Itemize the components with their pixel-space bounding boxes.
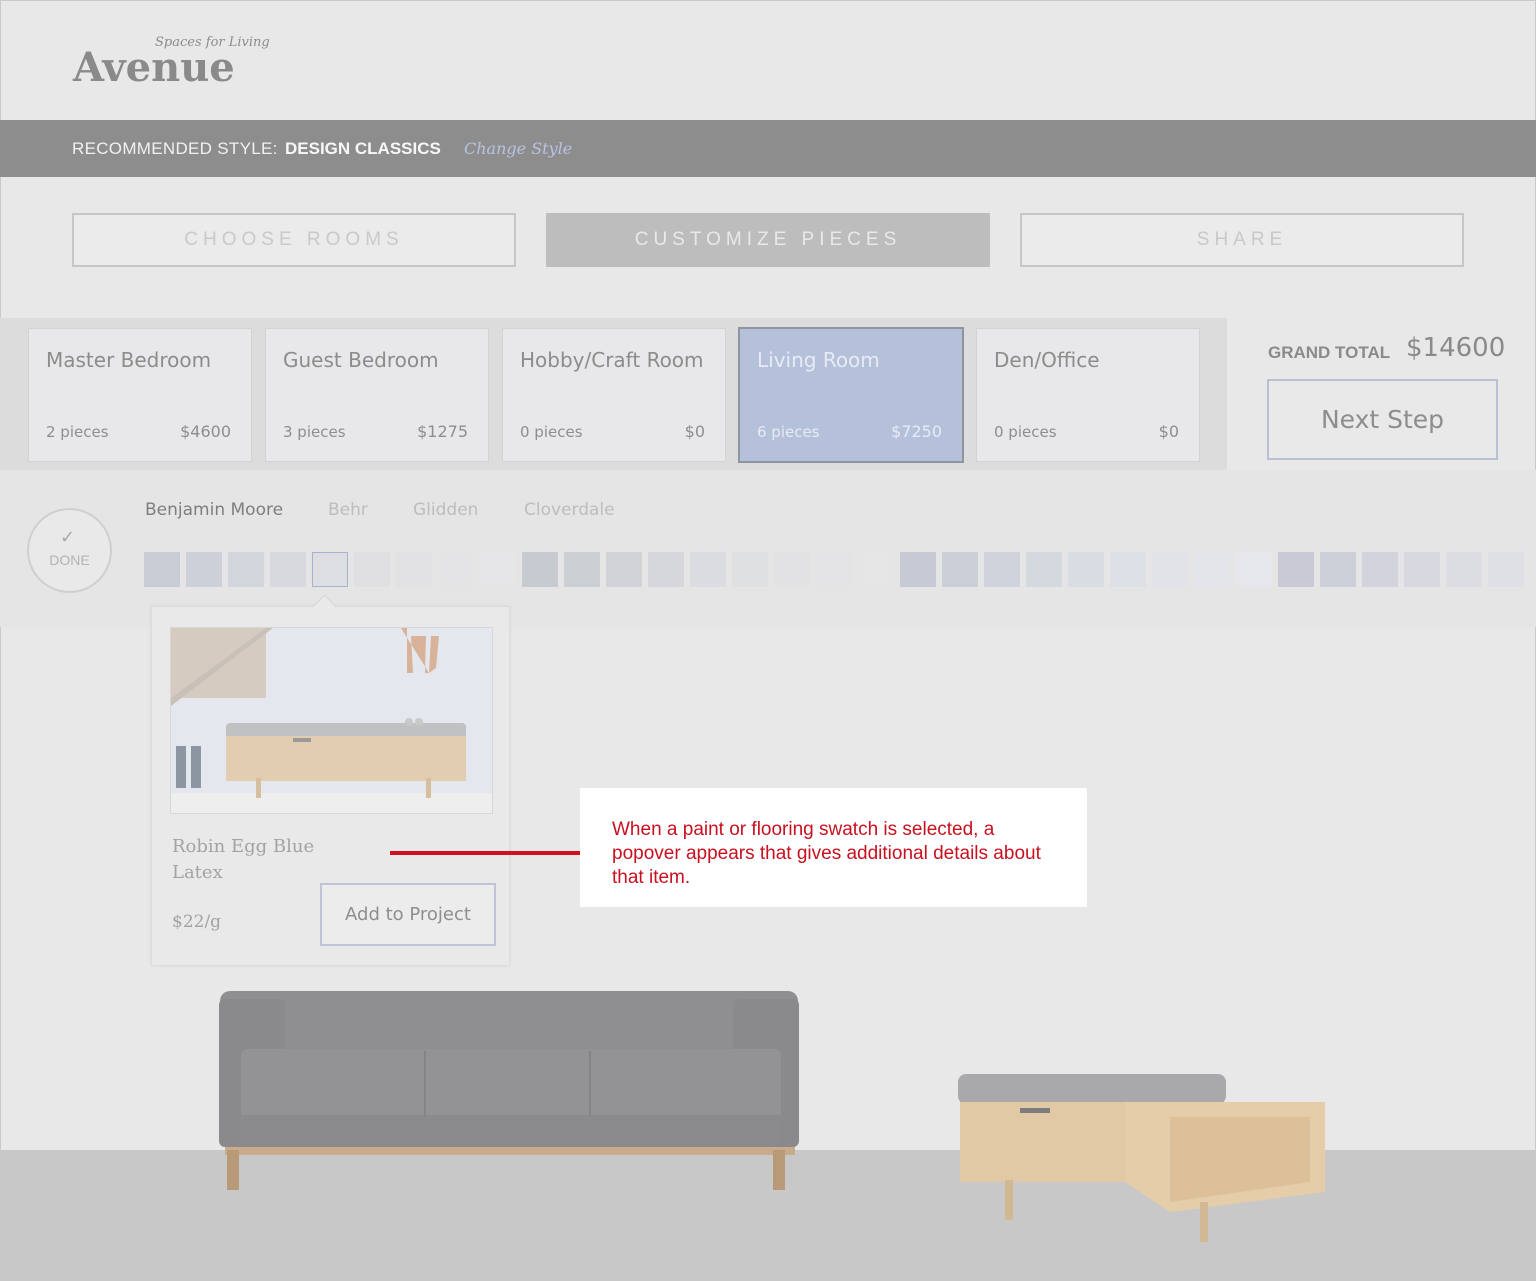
color-swatch[interactable] <box>1236 552 1272 587</box>
brand-name: Avenue <box>73 44 235 91</box>
check-icon: ✓ <box>60 527 76 548</box>
room-name: Guest Bedroom <box>283 348 439 372</box>
color-swatch[interactable] <box>396 552 432 587</box>
color-swatch[interactable] <box>858 552 894 587</box>
color-swatch[interactable] <box>690 552 726 587</box>
color-swatch[interactable] <box>1278 552 1314 587</box>
room-price: $1275 <box>417 422 468 441</box>
color-swatch[interactable] <box>1194 552 1230 587</box>
grand-total-label: GRAND TOTAL <box>1268 343 1391 362</box>
room-card-guest-bedroom[interactable]: Guest Bedroom 3 pieces $1275 <box>265 328 489 462</box>
brand-tab-glidden[interactable]: Glidden <box>413 500 478 520</box>
recommended-style-bar: RECOMMENDED STYLE: DESIGN CLASSICS Chang… <box>0 120 1536 177</box>
color-swatch[interactable] <box>480 552 516 587</box>
room-name: Hobby/Craft Room <box>520 348 704 372</box>
room-piece-count: 0 pieces <box>520 423 583 441</box>
color-swatch[interactable] <box>1488 552 1524 587</box>
change-style-link[interactable]: Change Style <box>464 139 572 158</box>
color-swatch[interactable] <box>1152 552 1188 587</box>
product-name: Robin Egg Blue Latex <box>172 836 315 883</box>
room-card-den-office[interactable]: Den/Office 0 pieces $0 <box>976 328 1200 462</box>
room-price: $0 <box>1158 422 1179 441</box>
step-share[interactable]: SHARE <box>1020 213 1464 267</box>
sofa-image[interactable] <box>215 985 805 1195</box>
color-swatch[interactable] <box>942 552 978 587</box>
color-swatch[interactable] <box>732 552 768 587</box>
color-swatch[interactable] <box>1404 552 1440 587</box>
color-swatch[interactable] <box>270 552 306 587</box>
done-button[interactable]: ✓ DONE <box>27 508 112 593</box>
color-swatch[interactable] <box>1026 552 1062 587</box>
room-piece-count: 6 pieces <box>757 423 820 441</box>
room-price: $7250 <box>891 422 942 441</box>
color-swatch[interactable] <box>354 552 390 587</box>
done-label: DONE <box>49 552 90 568</box>
room-name: Master Bedroom <box>46 348 212 372</box>
color-swatch[interactable] <box>1362 552 1398 587</box>
brand-tab-behr[interactable]: Behr <box>328 500 368 520</box>
room-card-living-room[interactable]: Living Room 6 pieces $7250 <box>738 327 964 463</box>
next-step-button[interactable]: Next Step <box>1267 379 1498 460</box>
color-swatch[interactable] <box>1068 552 1104 587</box>
room-card-hobby-craft-room[interactable]: Hobby/Craft Room 0 pieces $0 <box>502 328 726 462</box>
color-swatch[interactable] <box>438 552 474 587</box>
recommended-style-value: DESIGN CLASSICS <box>285 139 441 158</box>
color-swatch[interactable] <box>1110 552 1146 587</box>
annotation-text: When a paint or flooring swatch is selec… <box>612 819 1041 888</box>
add-to-project-button[interactable]: Add to Project <box>320 883 496 946</box>
color-swatch[interactable] <box>228 552 264 587</box>
swatch-detail-popover: Robin Egg Blue Latex $22/g Add to Projec… <box>151 594 510 966</box>
color-swatch[interactable] <box>564 552 600 587</box>
brand-tab-cloverdale[interactable]: Cloverdale <box>524 500 615 520</box>
swatch-panel <box>0 470 1536 627</box>
room-card-master-bedroom[interactable]: Master Bedroom 2 pieces $4600 <box>28 328 252 462</box>
color-swatch[interactable] <box>774 552 810 587</box>
color-swatch[interactable] <box>522 552 558 587</box>
color-swatch[interactable] <box>984 552 1020 587</box>
color-swatch[interactable] <box>312 552 348 587</box>
color-swatch[interactable] <box>648 552 684 587</box>
room-name: Den/Office <box>994 348 1100 372</box>
color-swatch[interactable] <box>1446 552 1482 587</box>
step-choose-rooms[interactable]: CHOOSE ROOMS <box>72 213 516 267</box>
room-name: Living Room <box>757 348 880 372</box>
color-swatch[interactable] <box>144 552 180 587</box>
product-image <box>170 627 493 814</box>
step-customize-pieces[interactable]: CUSTOMIZE PIECES <box>546 213 990 267</box>
color-swatch[interactable] <box>900 552 936 587</box>
product-price: $22/g <box>172 912 222 932</box>
color-swatch[interactable] <box>816 552 852 587</box>
room-piece-count: 2 pieces <box>46 423 109 441</box>
annotation-box: When a paint or flooring swatch is selec… <box>580 788 1087 907</box>
annotation-connector <box>390 851 594 855</box>
bench-image[interactable] <box>955 1072 1330 1247</box>
room-piece-count: 3 pieces <box>283 423 346 441</box>
room-piece-count: 0 pieces <box>994 423 1057 441</box>
color-swatch[interactable] <box>1320 552 1356 587</box>
color-swatch[interactable] <box>186 552 222 587</box>
room-price: $0 <box>684 422 705 441</box>
room-price: $4600 <box>180 422 231 441</box>
brand-tab-benjamin-moore[interactable]: Benjamin Moore <box>145 500 283 520</box>
color-swatch[interactable] <box>606 552 642 587</box>
recommended-style-label: RECOMMENDED STYLE: <box>72 139 278 158</box>
grand-total-value: $14600 <box>1406 333 1506 363</box>
